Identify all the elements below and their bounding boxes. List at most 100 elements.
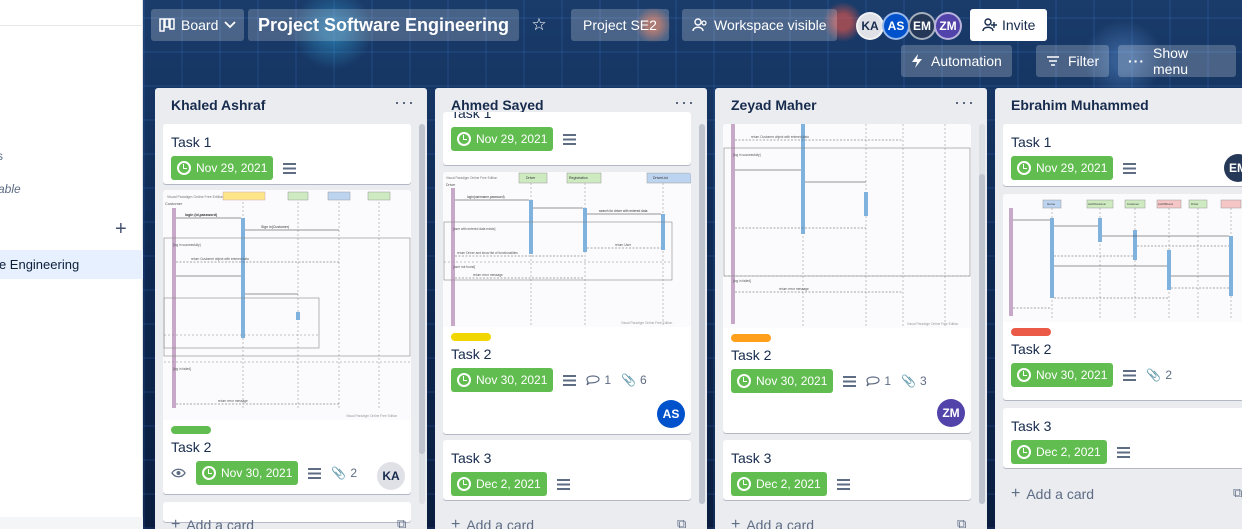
- sequence-diagram-image: Visual Paradigm Online Free Edition Driv…: [443, 172, 691, 327]
- add-card-label: Add a card: [466, 517, 535, 529]
- scrollbar-thumb[interactable]: [419, 124, 425, 454]
- due-date-badge[interactable]: Dec 2, 2021: [731, 472, 827, 496]
- diagram-msg-search: search for driver with entered data: [599, 209, 648, 213]
- due-date-badge[interactable]: Nov 30, 2021: [731, 369, 834, 393]
- list-menu-icon[interactable]: ···: [954, 92, 975, 113]
- sidebar-partial-text-italic: able: [0, 182, 21, 196]
- due-date-badge[interactable]: Nov 30, 2021: [196, 461, 299, 485]
- diagram-msg-failed: [log in failed]: [173, 367, 191, 371]
- board-title[interactable]: Project Software Engineering: [248, 9, 520, 41]
- chevron-down-icon: [224, 21, 236, 29]
- card-template-icon[interactable]: ⧉: [957, 516, 966, 529]
- show-menu-button[interactable]: ··· Show menu: [1118, 45, 1236, 77]
- automation-button[interactable]: Automation: [901, 45, 1012, 77]
- card-task-3[interactable]: Task 3 Dec 2, 2021: [1003, 408, 1242, 468]
- list-menu-icon[interactable]: ···: [394, 92, 415, 113]
- due-date-text: Nov 30, 2021: [1036, 368, 1108, 382]
- list-scrollbar[interactable]: [699, 124, 705, 504]
- due-date-badge[interactable]: Dec 2, 2021: [1011, 440, 1107, 464]
- card-label-green[interactable]: [171, 426, 211, 434]
- add-card-button[interactable]: + Add a card: [1011, 485, 1094, 503]
- diagram-msg-return-driver: return Driver and show list of functiona…: [457, 251, 518, 255]
- plus-icon: +: [171, 516, 181, 529]
- description-badge: [563, 368, 577, 392]
- avatar[interactable]: ZM: [937, 399, 965, 427]
- comments-badge: 1: [586, 368, 611, 392]
- due-date-badge[interactable]: Nov 30, 2021: [1011, 363, 1114, 387]
- list-title[interactable]: Zeyad Maher: [731, 97, 817, 113]
- due-date-badge[interactable]: Dec 2, 2021: [451, 472, 547, 496]
- card-task-3[interactable]: Task 3 Dec 2, 2021: [443, 440, 691, 500]
- card-title: Task 2: [1011, 341, 1052, 357]
- due-date-badge[interactable]: Nov 29, 2021: [1011, 156, 1114, 180]
- list-title[interactable]: Khaled Ashraf: [171, 97, 265, 113]
- add-card-button[interactable]: + Add a card: [731, 516, 814, 529]
- add-card-button[interactable]: + Add a card: [451, 516, 534, 529]
- card-task-1[interactable]: Task 1 Nov 29, 2021: [443, 112, 691, 165]
- list-scrollbar[interactable]: [419, 124, 425, 504]
- card-task-2[interactable]: Visual Paradigm Online Free Edition Cust…: [163, 190, 411, 494]
- avatar[interactable]: AS: [657, 400, 685, 428]
- list-title[interactable]: Ahmed Sayed: [451, 97, 544, 113]
- invite-button[interactable]: Invite: [970, 9, 1048, 41]
- list-header: Khaled Ashraf ···: [155, 88, 427, 122]
- diagram-msg-login: login(username,password): [467, 195, 505, 199]
- card-task-1[interactable]: Task 1 Nov 29, 2021: [163, 124, 411, 184]
- due-date-text: Nov 29, 2021: [196, 161, 268, 175]
- diagram-box-list-drivers: ListOfDrivers: [1158, 202, 1174, 206]
- avatar[interactable]: AS: [882, 12, 910, 40]
- visibility-button[interactable]: Workspace visible: [682, 9, 837, 41]
- sidebar-footer: [0, 517, 143, 529]
- scrollbar-thumb[interactable]: [699, 124, 705, 504]
- filter-icon: [1047, 56, 1059, 66]
- sidebar-item-label: ware Engineering: [0, 257, 80, 272]
- card-label-yellow[interactable]: [451, 333, 491, 341]
- card-label-orange[interactable]: [731, 334, 771, 342]
- description-badge: [1123, 156, 1137, 180]
- list-scrollbar[interactable]: [979, 124, 985, 504]
- list-ahmed-sayed: Ahmed Sayed ··· Task 1 Nov 29, 2021 Visu…: [435, 88, 707, 529]
- due-date-text: Dec 2, 2021: [1036, 445, 1101, 459]
- avatar[interactable]: EM: [908, 12, 936, 40]
- workspace-button[interactable]: Project SE2: [571, 9, 669, 41]
- card-title: Task 3: [451, 450, 492, 466]
- view-switcher-button[interactable]: Board: [151, 9, 245, 41]
- card-template-icon[interactable]: ⧉: [397, 516, 406, 529]
- card-task-2[interactable]: return Customer object with entered data…: [723, 124, 971, 433]
- due-date-badge[interactable]: Nov 30, 2021: [451, 368, 554, 392]
- diagram-watermark-bottom: Visual Paradigm Online Free Edition: [621, 321, 673, 325]
- list-title[interactable]: Ebrahim Muhammed: [1011, 97, 1149, 113]
- sidebar-item-active-board[interactable]: ware Engineering: [0, 250, 143, 279]
- card-title: Task 2: [731, 347, 772, 363]
- clock-icon: [1017, 161, 1031, 175]
- avatar[interactable]: ZM: [934, 12, 962, 40]
- avatar[interactable]: KA: [377, 462, 405, 490]
- description-icon: [1123, 162, 1137, 174]
- clock-icon: [457, 132, 471, 146]
- due-date-badge[interactable]: Nov 29, 2021: [171, 156, 274, 180]
- add-person-icon: [982, 18, 997, 32]
- clock-icon: [1017, 445, 1031, 459]
- due-date-badge[interactable]: Nov 29, 2021: [451, 127, 554, 151]
- sequence-diagram-image: return Customer object with entered data…: [723, 124, 971, 328]
- card-task-2[interactable]: Home ListOfCustomer Customer ListOfDrive…: [1003, 194, 1242, 400]
- automation-label: Automation: [931, 53, 1002, 69]
- list-menu-icon[interactable]: ···: [674, 92, 695, 113]
- scrollbar-thumb[interactable]: [979, 174, 985, 504]
- card-task-2[interactable]: Visual Paradigm Online Free Edition Driv…: [443, 172, 691, 434]
- star-icon[interactable]: ☆: [523, 9, 555, 41]
- plus-icon: +: [1011, 485, 1021, 502]
- diagram-actor: Customer: [165, 201, 183, 206]
- card-task-1[interactable]: Task 1 Nov 29, 2021 EM: [1003, 124, 1242, 186]
- filter-button[interactable]: Filter: [1036, 45, 1110, 77]
- card-template-icon[interactable]: ⧉: [677, 516, 686, 529]
- card-template-icon[interactable]: ⧉: [1233, 485, 1242, 501]
- due-date-text: Nov 30, 2021: [756, 374, 828, 388]
- due-date-text: Dec 2, 2021: [756, 477, 821, 491]
- add-board-button[interactable]: +: [115, 219, 127, 239]
- card-task-3[interactable]: Task 3 Dec 2, 2021: [723, 440, 971, 500]
- attachment-badge: 📎 2: [331, 461, 357, 485]
- avatar[interactable]: KA: [856, 12, 884, 40]
- card-label-red[interactable]: [1011, 328, 1051, 336]
- add-card-button[interactable]: + Add a card: [171, 516, 254, 529]
